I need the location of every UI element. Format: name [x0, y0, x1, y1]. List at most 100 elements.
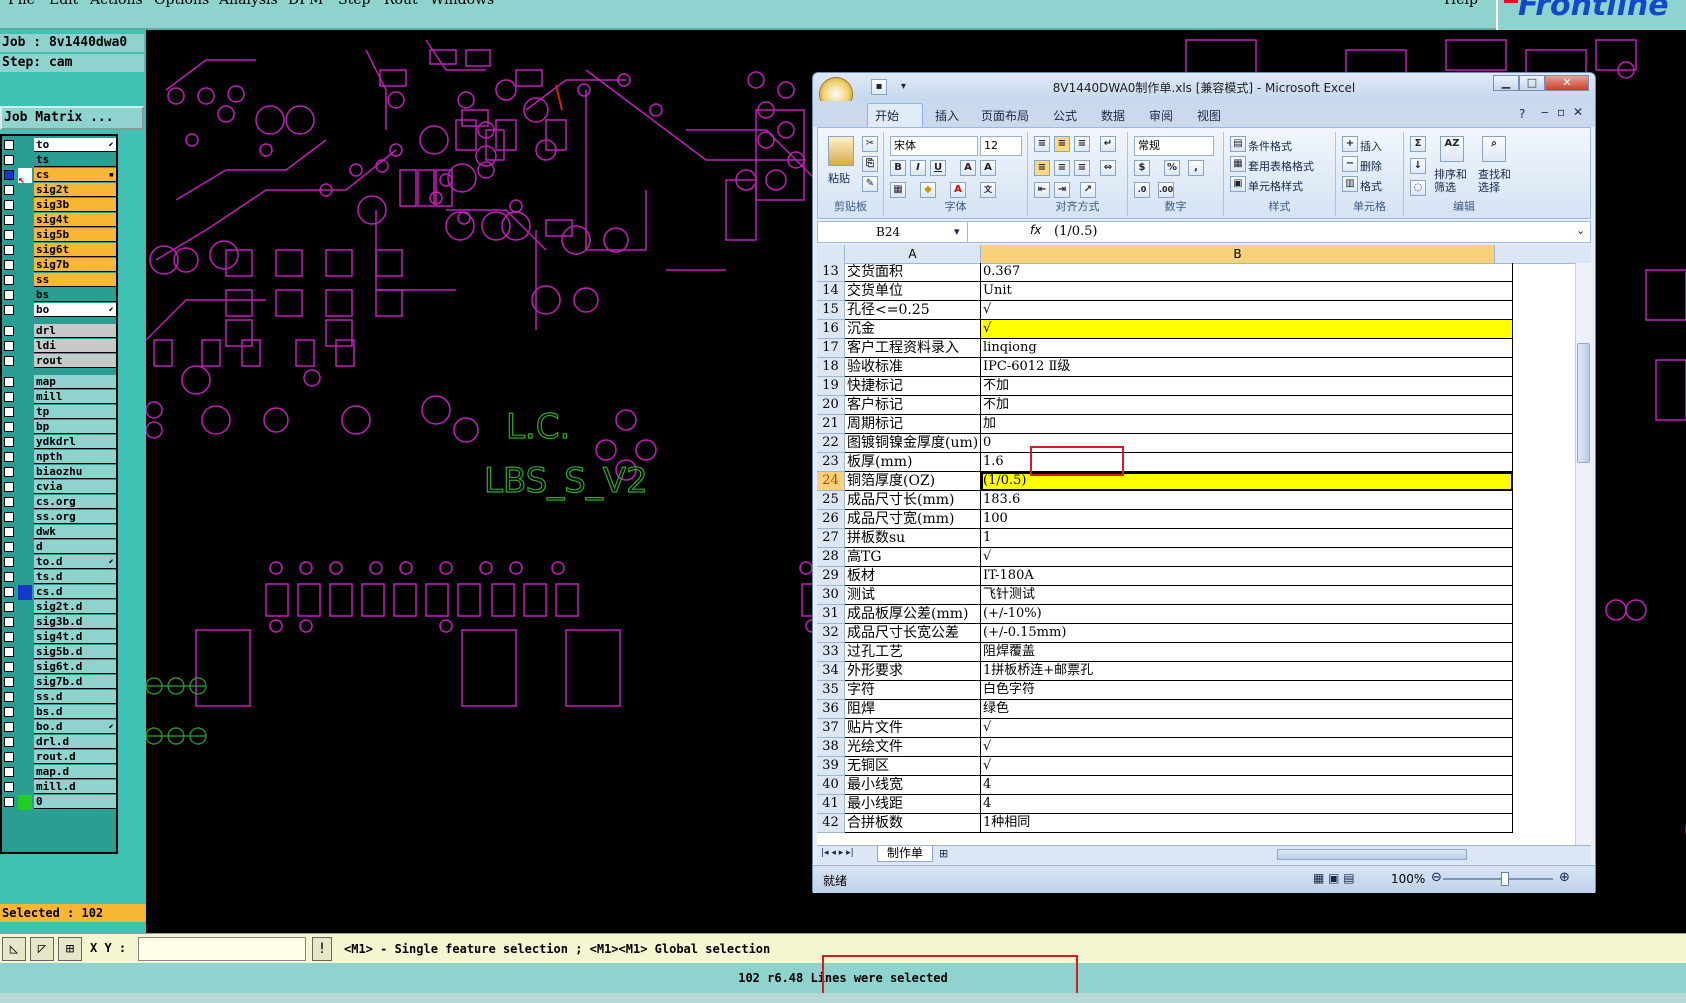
tab-page-layout[interactable]: 页面布局: [981, 107, 1029, 124]
menu-file[interactable]: File: [8, 0, 35, 8]
insert-sheet-icon[interactable]: ⊞: [939, 847, 948, 860]
tab-insert[interactable]: 插入: [935, 107, 959, 124]
layer-checkbox[interactable]: [4, 185, 14, 195]
layer-row[interactable]: sig4t.d: [2, 630, 116, 645]
orientation-icon[interactable]: ↗: [1080, 182, 1096, 198]
cell-a[interactable]: 最小线距: [845, 795, 981, 814]
layer-name[interactable]: tp: [34, 405, 116, 419]
conditional-format-icon[interactable]: ▤: [1230, 136, 1246, 152]
merge-center-icon[interactable]: ⇔: [1100, 160, 1116, 176]
layer-name[interactable]: ss: [34, 273, 116, 287]
layer-checkbox[interactable]: [4, 572, 14, 582]
cell-b[interactable]: 0.367: [981, 263, 1513, 282]
function-icon[interactable]: fx: [1030, 223, 1041, 237]
cell-b[interactable]: IPC-6012 Ⅱ级: [981, 358, 1513, 377]
layer-name[interactable]: to ⬋: [34, 138, 116, 152]
italic-icon[interactable]: I: [910, 160, 926, 176]
zoom-out-icon[interactable]: ⊖: [1431, 870, 1442, 885]
layer-name[interactable]: sig2t: [34, 183, 116, 197]
cell-a[interactable]: 成品板厚公差(mm): [845, 605, 981, 624]
layer-row[interactable]: sig3b: [2, 198, 116, 213]
layer-row[interactable]: drl: [2, 324, 116, 339]
layer-row[interactable]: mill.d: [2, 780, 116, 795]
layer-row[interactable]: ldi: [2, 339, 116, 354]
layer-checkbox[interactable]: [4, 692, 14, 702]
layer-checkbox[interactable]: [4, 245, 14, 255]
increase-indent-icon[interactable]: ⇥: [1054, 182, 1070, 198]
row-header[interactable]: 30: [817, 586, 845, 605]
save-icon[interactable]: ▪: [871, 79, 887, 95]
cell-b[interactable]: √: [981, 301, 1513, 320]
layer-name[interactable]: 0: [34, 795, 116, 809]
decrease-decimal-icon[interactable]: .00: [1158, 182, 1174, 198]
select-all-corner[interactable]: [817, 245, 845, 263]
layer-name[interactable]: rout: [34, 354, 116, 368]
layer-checkbox[interactable]: [4, 797, 14, 807]
sort-filter-button[interactable]: 排序和筛选: [1434, 168, 1474, 194]
layer-checkbox[interactable]: [4, 260, 14, 270]
cell-a[interactable]: 快捷标记: [845, 377, 981, 396]
cell-a[interactable]: 字符: [845, 681, 981, 700]
layer-row[interactable]: sig3b.d: [2, 615, 116, 630]
tab-view[interactable]: 视图: [1197, 107, 1221, 124]
cell-b[interactable]: 白色字符: [981, 681, 1513, 700]
layer-checkbox[interactable]: [4, 392, 14, 402]
ribbon-minimize-icon[interactable]: ‒: [1541, 105, 1549, 119]
row-header[interactable]: 16: [817, 320, 845, 339]
help-icon[interactable]: ?: [1519, 107, 1525, 121]
layer-row[interactable]: sig5b: [2, 228, 116, 243]
layer-checkbox[interactable]: [4, 170, 14, 180]
row-header[interactable]: 32: [817, 624, 845, 643]
row-header[interactable]: 37: [817, 719, 845, 738]
name-box-dropdown-icon[interactable]: ▾: [954, 225, 960, 238]
zoom-slider-knob[interactable]: [1501, 872, 1509, 886]
layer-checkbox[interactable]: [4, 557, 14, 567]
layer-row[interactable]: sig7b.d: [2, 675, 116, 690]
zoom-level[interactable]: 100%: [1391, 872, 1425, 886]
align-left-icon[interactable]: ≡: [1034, 160, 1050, 176]
currency-icon[interactable]: $: [1134, 160, 1150, 176]
layer-checkbox[interactable]: [4, 542, 14, 552]
layer-checkbox[interactable]: [4, 230, 14, 240]
delete-icon[interactable]: −: [1342, 156, 1358, 172]
row-header[interactable]: 23: [817, 453, 845, 472]
spreadsheet-grid[interactable]: A B 13 交货面积 0.367 14 交货单位 Unit 15 孔径<=0.25 √ 16 沉金…: [817, 245, 1591, 845]
menu-step[interactable]: Step: [338, 0, 370, 8]
cell-b[interactable]: IT-180A: [981, 567, 1513, 586]
clear-icon[interactable]: ◌: [1410, 180, 1426, 196]
layer-name[interactable]: sig7b: [34, 258, 116, 272]
cell-b[interactable]: 1拼板桥连+邮票孔: [981, 662, 1513, 681]
row-header[interactable]: 31: [817, 605, 845, 624]
row-header[interactable]: 22: [817, 434, 845, 453]
cell-b[interactable]: 1种相同: [981, 814, 1513, 833]
layer-name[interactable]: sig3b.d: [34, 615, 116, 629]
layer-name[interactable]: dwk: [34, 525, 116, 539]
formula-expand-icon[interactable]: ⌄: [1576, 224, 1585, 237]
decrease-indent-icon[interactable]: ⇤: [1034, 182, 1050, 198]
layer-checkbox[interactable]: [4, 527, 14, 537]
row-header[interactable]: 29: [817, 567, 845, 586]
insert-icon[interactable]: +: [1342, 136, 1358, 152]
layer-checkbox[interactable]: [4, 707, 14, 717]
delete-button[interactable]: 删除: [1360, 158, 1382, 174]
format-icon[interactable]: ▥: [1342, 176, 1358, 192]
cell-b[interactable]: 4: [981, 776, 1513, 795]
cell-a[interactable]: 验收标准: [845, 358, 981, 377]
layer-checkbox[interactable]: [4, 587, 14, 597]
layer-row[interactable]: bp: [2, 420, 116, 435]
conditional-format-button[interactable]: 条件格式: [1248, 138, 1292, 154]
row-header[interactable]: 42: [817, 814, 845, 833]
row-header[interactable]: 40: [817, 776, 845, 795]
layer-checkbox[interactable]: [4, 422, 14, 432]
align-right-icon[interactable]: ≡: [1074, 160, 1090, 176]
cell-a[interactable]: 最小线宽: [845, 776, 981, 795]
row-header[interactable]: 17: [817, 339, 845, 358]
layer-checkbox[interactable]: [4, 155, 14, 165]
sheet-tab[interactable]: 制作单: [877, 846, 933, 862]
excel-title-bar[interactable]: 8V1440DWA0制作单.xls [兼容模式] - Microsoft Exc…: [813, 73, 1595, 101]
layer-name[interactable]: drl.d: [34, 735, 116, 749]
layer-row[interactable]: map.d: [2, 765, 116, 780]
cell-style-icon[interactable]: ▣: [1230, 176, 1246, 192]
paste-label[interactable]: 粘贴: [828, 170, 850, 186]
layer-row[interactable]: sig6t: [2, 243, 116, 258]
